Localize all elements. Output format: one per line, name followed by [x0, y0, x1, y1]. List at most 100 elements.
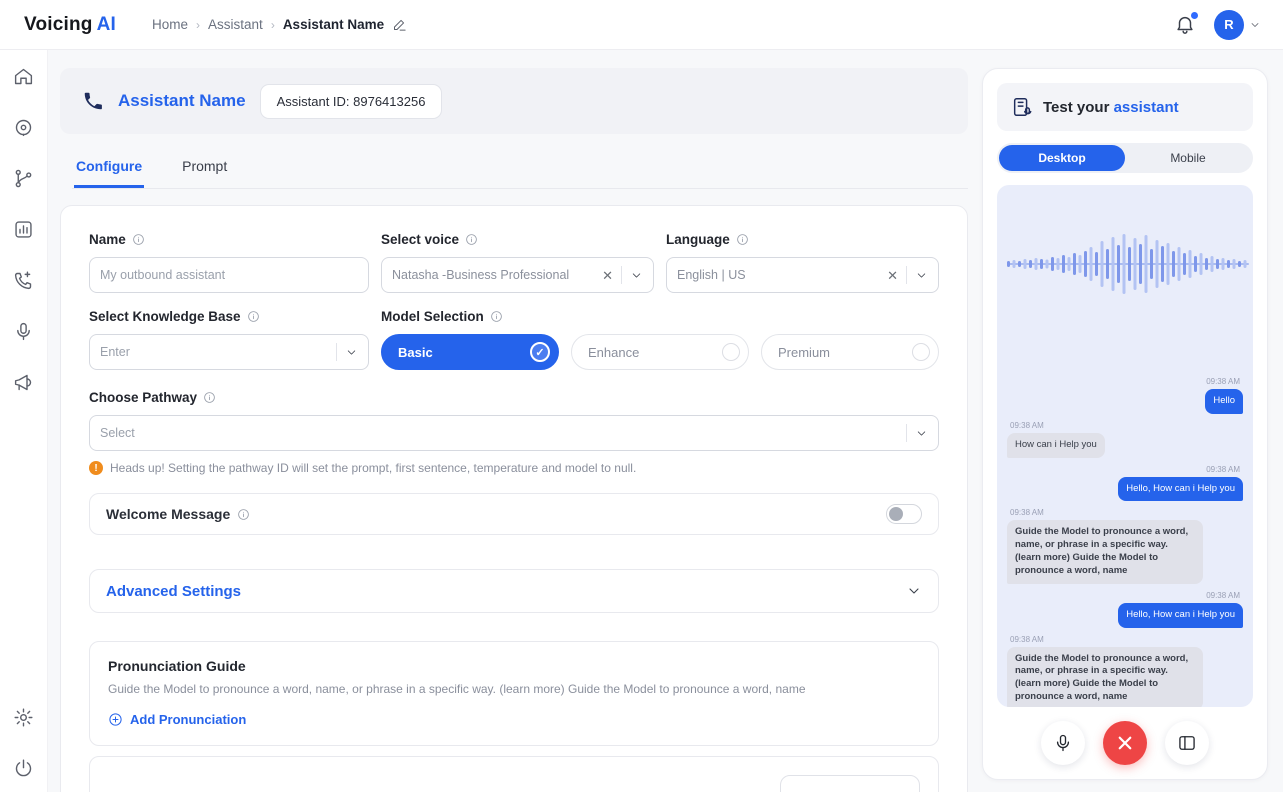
pathway-label: Choose Pathway — [89, 390, 198, 405]
calls-icon[interactable] — [12, 268, 36, 292]
pathway-select[interactable]: Select — [89, 415, 939, 451]
info-icon — [736, 234, 748, 245]
info-icon — [466, 234, 477, 245]
chevron-down-icon[interactable] — [915, 269, 928, 282]
analytics-icon[interactable] — [12, 217, 36, 241]
notifications-bell-icon[interactable] — [1174, 11, 1198, 37]
edit-name-icon[interactable] — [392, 17, 407, 32]
breadcrumb-home[interactable]: Home — [152, 17, 188, 32]
knowledge-base-label: Select Knowledge Base — [89, 309, 241, 324]
device-toggle: Desktop Mobile — [997, 143, 1253, 173]
campaign-icon[interactable] — [12, 370, 36, 394]
breadcrumb-separator: › — [196, 17, 201, 32]
chevron-down-icon — [1251, 22, 1259, 27]
chat-area: 09:38 AM Hello 09:38 AM How can i Help y… — [997, 185, 1253, 707]
tab-prompt[interactable]: Prompt — [180, 150, 229, 188]
model-option-label: Enhance — [588, 344, 640, 360]
info-icon — [247, 311, 259, 322]
main-content: Assistant Name Assistant ID: 8976413256 … — [60, 68, 968, 792]
knowledge-base-placeholder: Enter — [100, 345, 130, 359]
keyboard-panel-button[interactable] — [1165, 721, 1209, 765]
language-label: Language — [666, 232, 730, 247]
waveform-visualization — [1007, 234, 1249, 294]
avatar[interactable]: R — [1214, 9, 1244, 40]
info-icon — [238, 508, 250, 520]
test-panel-header: Test your assistant — [997, 83, 1253, 131]
check-icon: ✓ — [530, 342, 550, 362]
model-option-premium[interactable]: Premium — [761, 334, 939, 370]
end-call-button[interactable] — [1103, 721, 1147, 765]
name-label: Name — [89, 232, 126, 247]
chevron-down-icon[interactable] — [915, 427, 928, 440]
message-time: 09:38 AM — [1206, 464, 1240, 474]
message-time: 09:38 AM — [1206, 590, 1240, 600]
breadcrumb-current: Assistant Name — [282, 17, 385, 32]
model-selection-label: Model Selection — [381, 309, 484, 324]
configure-form: Name Select voice ✕ — [60, 205, 968, 792]
chevron-down-icon[interactable] — [345, 346, 358, 359]
page-title: Assistant Name — [118, 91, 246, 110]
chat-bubble-assistant: Hello — [1205, 389, 1243, 414]
message-time: 09:38 AM — [1010, 508, 1044, 518]
chat-bubble-assistant: Hello, How can i Help you — [1118, 476, 1243, 502]
breadcrumb-assistant[interactable]: Assistant — [208, 17, 263, 32]
model-option-label: Basic — [398, 344, 433, 360]
welcome-message-row: Welcome Message — [89, 493, 939, 535]
language-input[interactable] — [677, 268, 880, 282]
chevron-down-icon[interactable] — [630, 269, 643, 282]
next-section-partial — [89, 756, 939, 792]
recordings-icon[interactable] — [12, 115, 36, 139]
monitor-icon — [1179, 736, 1195, 750]
partial-button[interactable] — [780, 775, 920, 792]
voice-select[interactable]: ✕ — [381, 257, 654, 293]
info-icon — [490, 311, 502, 322]
notification-dot — [1191, 11, 1198, 19]
add-pronunciation-label: Add Pronunciation — [130, 712, 247, 727]
home-icon[interactable] — [12, 64, 36, 88]
model-option-enhance[interactable]: Enhance — [571, 334, 749, 370]
advanced-settings-row[interactable]: Advanced Settings — [89, 569, 939, 613]
model-option-basic[interactable]: Basic ✓ — [381, 334, 559, 370]
test-assistant-panel: Test your assistant Desktop Mobile 09:38… — [982, 68, 1268, 780]
breadcrumb: Home › Assistant › Assistant Name — [152, 17, 407, 32]
settings-gear-icon[interactable] — [12, 705, 36, 729]
chevron-down-icon[interactable] — [906, 583, 922, 599]
voice-label: Select voice — [381, 232, 460, 247]
app-logo: Voicing AI — [24, 14, 116, 36]
add-pronunciation-button[interactable]: Add Pronunciation — [108, 712, 246, 727]
clear-voice-icon[interactable]: ✕ — [602, 269, 613, 282]
welcome-message-label: Welcome Message — [106, 506, 231, 522]
call-controls — [997, 721, 1253, 765]
welcome-message-toggle[interactable] — [886, 504, 922, 524]
advanced-settings-label: Advanced Settings — [106, 582, 242, 600]
tab-desktop[interactable]: Desktop — [999, 145, 1125, 171]
test-panel-title: Test your assistant — [1043, 99, 1179, 116]
clear-language-icon[interactable]: ✕ — [887, 269, 898, 282]
voice-icon[interactable] — [12, 319, 36, 343]
logo-accent: AI — [96, 13, 117, 35]
name-input-wrap — [89, 257, 369, 293]
mic-button[interactable] — [1041, 721, 1085, 765]
test-title-prefix: Test your — [1043, 98, 1114, 116]
chat-bubble-assistant: Hello, How can i Help you — [1118, 602, 1243, 628]
sidebar — [0, 50, 48, 792]
name-input[interactable] — [100, 268, 358, 282]
topbar: Voicing AI Home › Assistant › Assistant N… — [0, 0, 1283, 50]
pathway-icon[interactable] — [12, 166, 36, 190]
warning-icon: ! — [89, 461, 103, 475]
voice-input[interactable] — [392, 268, 595, 282]
user-menu[interactable]: R — [1214, 9, 1261, 40]
phone-icon — [84, 92, 102, 110]
breadcrumb-separator: › — [270, 17, 275, 32]
tab-configure[interactable]: Configure — [74, 150, 145, 188]
language-select[interactable]: ✕ — [666, 257, 939, 293]
tab-mobile[interactable]: Mobile — [1125, 145, 1251, 171]
logout-power-icon[interactable] — [12, 756, 36, 780]
assistant-header: Assistant Name Assistant ID: 8976413256 — [60, 68, 968, 134]
knowledge-base-select[interactable]: Enter — [89, 334, 369, 370]
test-title-accent: assistant — [1113, 98, 1179, 116]
close-icon — [1118, 736, 1132, 750]
message-time: 09:38 AM — [1010, 420, 1044, 430]
info-icon — [204, 392, 215, 403]
chat-bubble-user: How can i Help you — [1007, 432, 1105, 458]
